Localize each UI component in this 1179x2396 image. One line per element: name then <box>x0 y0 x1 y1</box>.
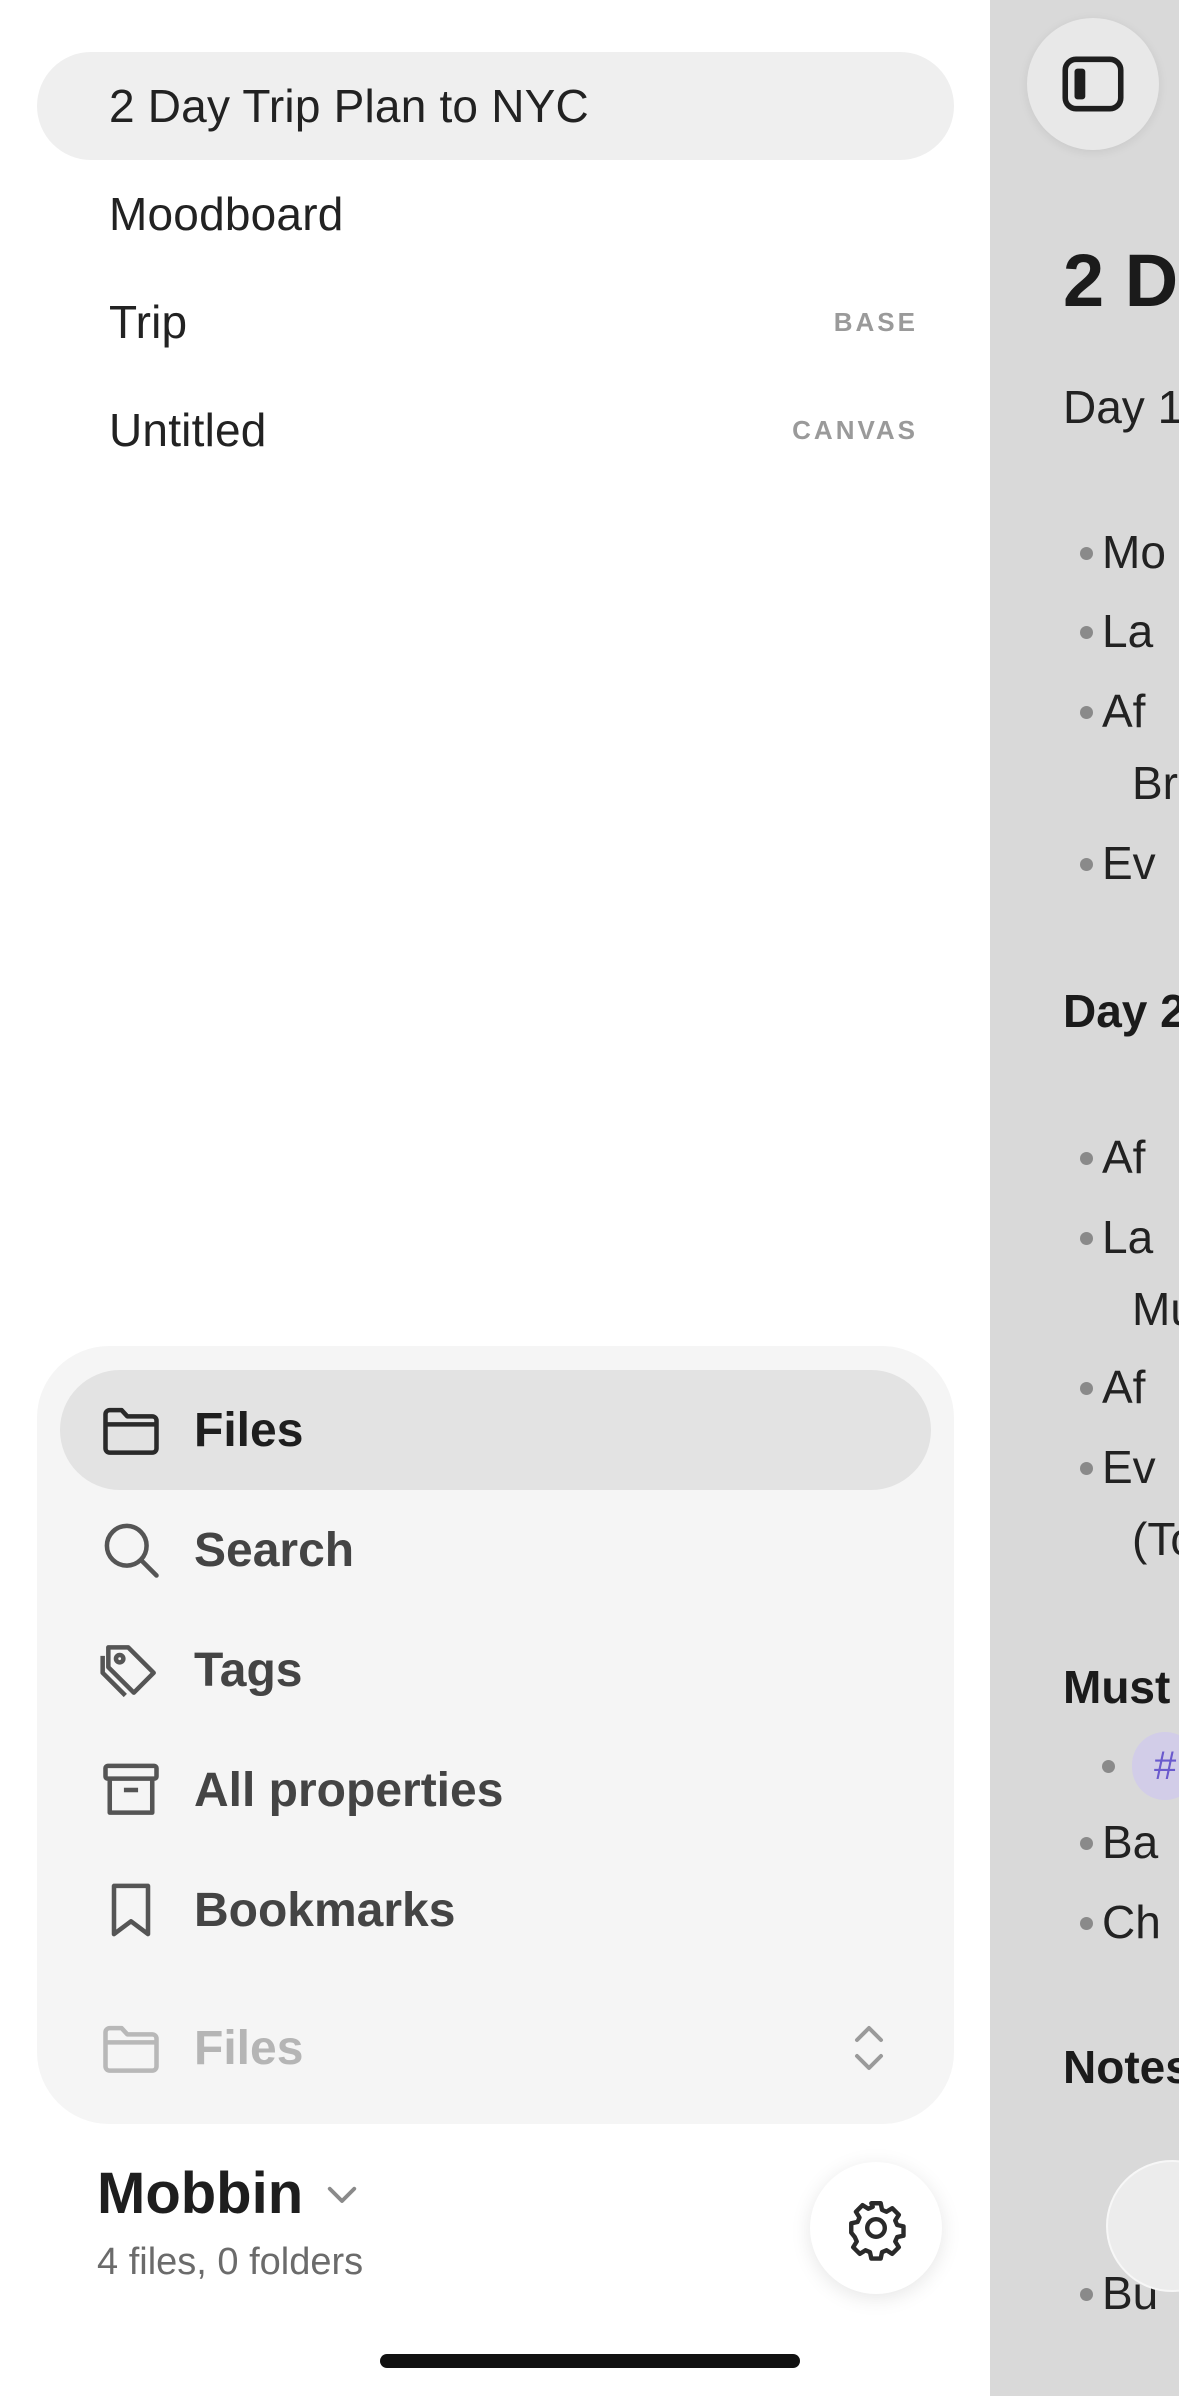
vault-stats: 4 files, 0 folders <box>97 2241 364 2283</box>
file-list: 2 Day Trip Plan to NYC Moodboard Trip BA… <box>37 52 954 484</box>
note-bullet: La <box>1079 605 1154 657</box>
file-name: Moodboard <box>109 188 344 240</box>
file-type-badge: BASE <box>833 306 918 337</box>
gear-icon <box>849 2201 906 2261</box>
note-bullet: Ev <box>1080 1441 1156 1493</box>
note-bullet: Af <box>1079 1361 1146 1413</box>
note-bullet: Ba <box>1079 1816 1159 1868</box>
file-name: 2 Day Trip Plan to NYC <box>109 80 589 132</box>
folder-icon <box>96 1395 166 1465</box>
file-item-untitled[interactable]: Untitled CANVAS <box>37 376 954 484</box>
note-bullet: Af <box>1079 1131 1146 1183</box>
file-item-moodboard[interactable]: Moodboard <box>37 160 954 268</box>
note-bullet-continued: Mu <box>1132 1283 1179 1335</box>
nav-bookmarks[interactable]: Bookmarks <box>60 1850 931 1970</box>
note-heading-must: Must <box>1063 1661 1171 1713</box>
note-bullet: Mo <box>1080 526 1166 578</box>
note-title: 2 D <box>1063 239 1179 322</box>
tag-pill[interactable]: # <box>1132 1732 1179 1800</box>
note-bullet-continued: (To <box>1132 1513 1179 1565</box>
nav-label: Search <box>194 1523 355 1577</box>
chevron-down-icon <box>327 2186 357 2203</box>
file-name: Untitled <box>109 404 267 456</box>
file-type-badge: CANVAS <box>792 414 918 445</box>
note-bullet: Af <box>1079 685 1146 737</box>
file-item-trip[interactable]: Trip BASE <box>37 268 954 376</box>
sidebar-toggle-button[interactable] <box>1027 18 1159 150</box>
chevron-up-down-icon <box>855 2026 883 2070</box>
nav-label: Tags <box>194 1643 303 1697</box>
sidebar-icon <box>1062 56 1124 112</box>
nav-all-properties[interactable]: All properties <box>60 1730 931 1850</box>
vault-switcher[interactable]: Mobbin 4 files, 0 folders <box>97 2160 363 2284</box>
nav-label: Bookmarks <box>194 1883 456 1937</box>
note-bullet: La <box>1079 1211 1154 1263</box>
note-heading-notes: Notes <box>1063 2041 1179 2093</box>
note-bullet: Ch <box>1080 1896 1161 1948</box>
files-view-switcher[interactable]: Files <box>60 1988 931 2108</box>
file-item-trip-plan[interactable]: 2 Day Trip Plan to NYC <box>37 52 954 160</box>
nav-files[interactable]: Files <box>60 1370 931 1490</box>
file-name: Trip <box>109 296 188 348</box>
note-heading-day2: Day 2 <box>1063 985 1179 1037</box>
nav-label: All properties <box>194 1763 504 1817</box>
editor-preview[interactable]: 2 D Day 1 Mo La Af Br Ev Day 2 Af La Mu … <box>990 0 1179 2396</box>
search-icon <box>96 1515 166 1585</box>
navigation-panel: Files Search Tags All properties Bookmar… <box>37 1346 954 2124</box>
bullet-dot <box>1102 1760 1115 1773</box>
nav-tags[interactable]: Tags <box>60 1610 931 1730</box>
nav-search[interactable]: Search <box>60 1490 931 1610</box>
sidebar: 2 Day Trip Plan to NYC Moodboard Trip BA… <box>0 0 990 2396</box>
vault-name: Mobbin <box>97 2161 304 2226</box>
vault-name-row: Mobbin <box>97 2160 363 2227</box>
note-day1-label: Day 1 <box>1063 381 1179 433</box>
home-indicator[interactable] <box>380 2354 800 2368</box>
settings-button[interactable] <box>810 2162 942 2294</box>
tags-icon <box>96 1635 166 1705</box>
bookmark-icon <box>96 1875 166 1945</box>
note-bullet-continued: Br <box>1132 757 1178 809</box>
archive-icon <box>96 1755 166 1825</box>
nav-label: Files <box>194 2021 304 2075</box>
folder-icon <box>96 2013 166 2083</box>
note-bullet: Ev <box>1080 837 1156 889</box>
nav-label: Files <box>194 1403 304 1457</box>
